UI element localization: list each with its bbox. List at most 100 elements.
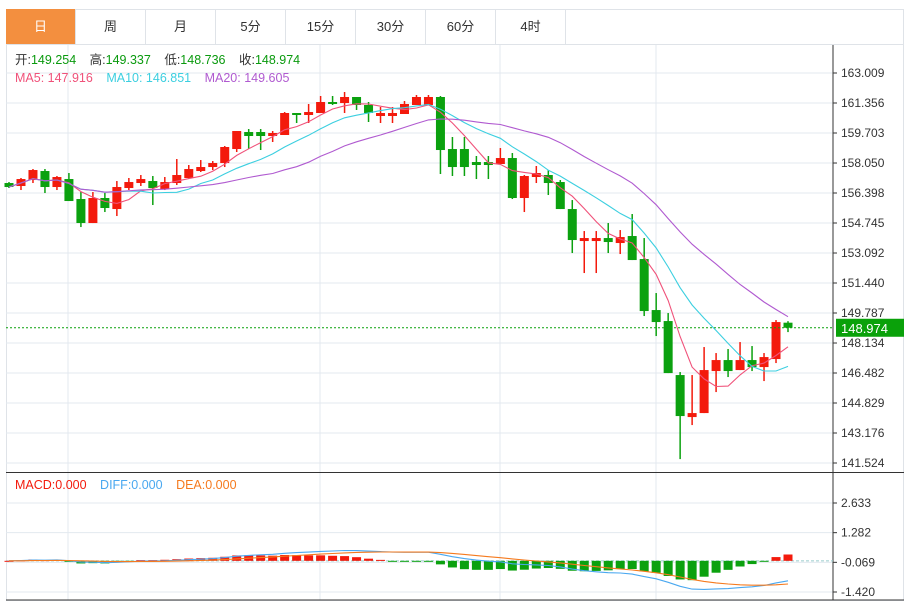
candle bbox=[196, 160, 206, 173]
macd-bar bbox=[711, 560, 721, 573]
candle-body bbox=[435, 96, 445, 151]
macd-bar bbox=[627, 560, 637, 570]
macd-bar bbox=[687, 560, 697, 581]
candle-body bbox=[627, 236, 637, 261]
candle bbox=[675, 372, 685, 460]
candle-body bbox=[471, 162, 481, 166]
candle-body bbox=[220, 147, 230, 164]
candle bbox=[256, 129, 266, 151]
candle bbox=[567, 200, 577, 254]
candle-body bbox=[388, 113, 398, 117]
ma20-line bbox=[8, 118, 789, 318]
chart-widget: 日 周 月 5分 15分 30分 60分 4时 163.009 161.356 15… bbox=[0, 0, 913, 604]
candle-body bbox=[423, 96, 433, 106]
candle-body bbox=[711, 360, 721, 372]
macd-bar bbox=[783, 554, 793, 561]
candle-body bbox=[411, 96, 421, 106]
candle bbox=[555, 180, 565, 210]
candle-body bbox=[519, 176, 529, 199]
macd-bar bbox=[699, 560, 709, 577]
price-axis-label: 148.134 bbox=[841, 336, 885, 350]
candle-body bbox=[184, 169, 194, 179]
low-value: 148.736 bbox=[180, 53, 226, 67]
macd-bar bbox=[447, 560, 457, 568]
candle-body bbox=[256, 132, 266, 137]
diff-value: DIFF:0.000 bbox=[100, 478, 163, 492]
macd-bar bbox=[771, 557, 781, 561]
ma10-value: MA10: 146.851 bbox=[106, 71, 192, 85]
ma-readout: MA5: 147.916 MA10: 146.851 MA20: 149.605 bbox=[15, 71, 289, 86]
candle-body bbox=[639, 259, 649, 312]
candle bbox=[663, 313, 673, 374]
candle-body bbox=[783, 322, 793, 328]
candle-body bbox=[208, 163, 218, 168]
candle bbox=[447, 137, 457, 177]
macd-bar bbox=[735, 560, 745, 567]
high-value: 149.337 bbox=[105, 53, 151, 67]
candle bbox=[376, 106, 386, 124]
candle-body bbox=[603, 238, 613, 243]
candle bbox=[64, 173, 74, 202]
candle bbox=[184, 165, 194, 180]
candle bbox=[543, 170, 553, 196]
candle bbox=[76, 192, 86, 228]
price-axis-label: 158.050 bbox=[841, 156, 885, 170]
macd-value: MACD:0.000 bbox=[15, 478, 87, 492]
close-label: 收: bbox=[238, 53, 255, 67]
candle-body bbox=[376, 113, 386, 117]
candle-body bbox=[340, 96, 350, 104]
macd-bar bbox=[651, 560, 661, 573]
close-value: 148.974 bbox=[254, 53, 301, 67]
candle bbox=[579, 231, 589, 274]
candle-body bbox=[723, 360, 733, 372]
open-value: 149.254 bbox=[30, 53, 77, 67]
candle bbox=[651, 293, 661, 337]
candle-body bbox=[100, 198, 110, 209]
macd-bar bbox=[423, 560, 433, 562]
price-axis-label: 149.787 bbox=[841, 306, 885, 320]
open-label: 开: bbox=[15, 53, 31, 67]
macd-bar bbox=[639, 560, 649, 572]
price-axis-label: 154.745 bbox=[841, 216, 885, 230]
kline-chart[interactable]: 163.009 161.356 159.703 158.050 156.398 154.7… bbox=[0, 0, 913, 604]
candle bbox=[292, 113, 302, 124]
price-axis-label: 146.482 bbox=[841, 366, 885, 380]
candle-body bbox=[579, 238, 589, 242]
macd-axis-label: -0.069 bbox=[841, 555, 875, 569]
macd-bar bbox=[352, 557, 362, 561]
ohlc-readout: 开:149.254 高:149.337 低:148.736 收:148.974 bbox=[15, 53, 310, 68]
candle bbox=[124, 178, 134, 191]
candle-body bbox=[687, 413, 697, 418]
candle-body bbox=[495, 158, 505, 165]
price-axis-label: 141.524 bbox=[841, 456, 885, 470]
candle-body bbox=[244, 132, 254, 137]
macd-bar bbox=[435, 560, 445, 565]
candle bbox=[423, 95, 433, 106]
candle-body bbox=[196, 167, 206, 172]
candle bbox=[52, 176, 62, 191]
candle bbox=[340, 92, 350, 114]
candle bbox=[639, 238, 649, 317]
candle-body bbox=[675, 375, 685, 417]
macd-bar bbox=[376, 559, 386, 561]
macd-bar bbox=[340, 556, 350, 561]
macd-bar bbox=[411, 560, 421, 562]
macd-bar bbox=[399, 560, 409, 562]
candle bbox=[459, 137, 469, 177]
dea-value: DEA:0.000 bbox=[176, 478, 237, 492]
candle-body bbox=[735, 360, 745, 371]
candle-body bbox=[591, 238, 601, 242]
candle-body bbox=[759, 357, 769, 368]
candle bbox=[4, 182, 14, 189]
last-price-label: 148.974 bbox=[841, 321, 888, 336]
candle-body bbox=[447, 149, 457, 168]
ma20-value: MA20: 149.605 bbox=[204, 71, 290, 85]
macd-bar bbox=[364, 558, 374, 561]
candle bbox=[507, 153, 517, 200]
high-label: 高: bbox=[89, 53, 106, 67]
ma5-value: MA5: 147.916 bbox=[15, 71, 93, 85]
candle bbox=[232, 131, 242, 153]
candle-body bbox=[663, 321, 673, 374]
macd-bar bbox=[388, 560, 398, 562]
macd-bar bbox=[507, 560, 517, 571]
